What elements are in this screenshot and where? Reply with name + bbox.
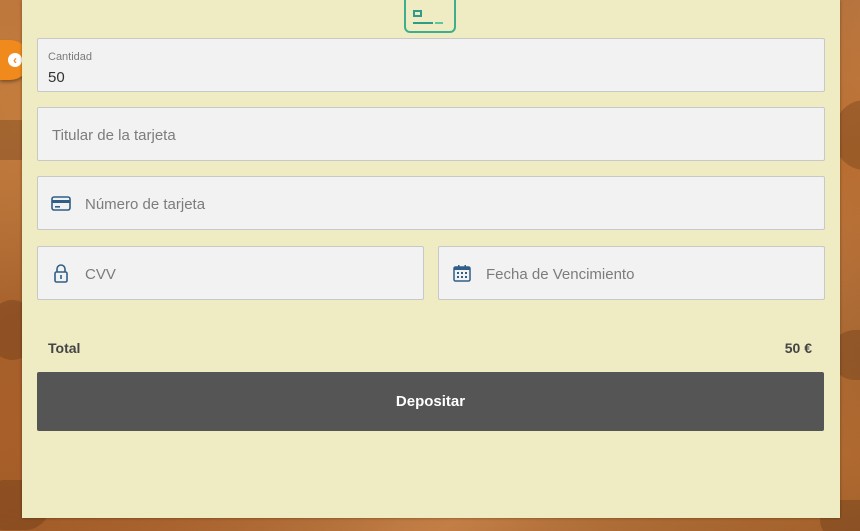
- card-number-field[interactable]: Número de tarjeta: [37, 176, 825, 230]
- chevron-left-icon: ‹: [8, 53, 22, 67]
- cvv-placeholder: CVV: [85, 266, 116, 283]
- amount-value: 50: [48, 69, 65, 86]
- expiry-placeholder: Fecha de Vencimiento: [486, 266, 635, 283]
- total-value: 50 €: [784, 340, 812, 356]
- lock-icon: [51, 263, 71, 283]
- card-number-placeholder: Número de tarjeta: [85, 196, 206, 213]
- calendar-icon: [452, 263, 472, 283]
- deposit-button[interactable]: Depositar: [37, 372, 824, 431]
- credit-card-icon: [51, 193, 71, 213]
- cardholder-placeholder: Titular de la tarjeta: [52, 127, 176, 144]
- expiry-field[interactable]: Fecha de Vencimiento: [438, 246, 825, 300]
- deposit-panel: Cantidad 50 Titular de la tarjeta Número…: [22, 0, 840, 518]
- amount-field[interactable]: Cantidad 50: [37, 38, 825, 92]
- amount-label: Cantidad: [48, 51, 93, 63]
- cardholder-field[interactable]: Titular de la tarjeta: [37, 107, 825, 161]
- payment-logo-icon: [404, 0, 456, 33]
- total-label: Total: [48, 340, 81, 356]
- cvv-field[interactable]: CVV: [37, 246, 424, 300]
